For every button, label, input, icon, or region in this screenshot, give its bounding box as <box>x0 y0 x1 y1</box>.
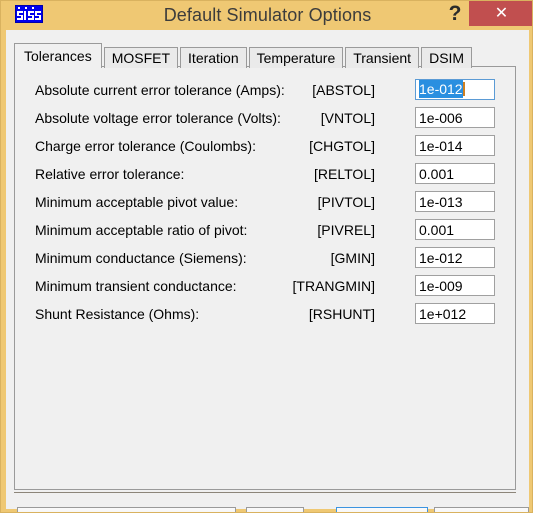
form-row: Relative error tolerance: [RELTOL] <box>15 162 515 186</box>
tab-label: Iteration <box>188 50 239 66</box>
form-row: Absolute current error tolerance (Amps):… <box>15 78 515 102</box>
form-row: Minimum conductance (Siemens): [GMIN] <box>15 246 515 270</box>
cancel-button[interactable]: Cancel <box>434 507 529 512</box>
ok-button[interactable]: OK <box>336 507 428 512</box>
form-row: Charge error tolerance (Coulombs): [CHGTO… <box>15 134 515 158</box>
field-input[interactable] <box>415 163 495 184</box>
field-input[interactable] <box>415 191 495 212</box>
preset-settings-dropdown[interactable]: Default Settings ⌄ <box>17 507 236 512</box>
form-row: Minimum transient conductance: [TRANGMIN] <box>15 274 515 298</box>
field-input[interactable] <box>415 135 495 156</box>
tab-label: Temperature <box>256 50 336 66</box>
footer-divider <box>14 492 516 493</box>
field-input[interactable] <box>415 303 495 324</box>
title-bar: Default Simulator Options ? ✕ <box>1 1 532 30</box>
form-row: Minimum acceptable ratio of pivot: [PIVRE… <box>15 218 515 242</box>
field-parameter-tag: [VNTOL] <box>320 110 375 126</box>
form-row: Absolute voltage error tolerance (Volts)… <box>15 106 515 130</box>
tab-iteration[interactable]: Iteration <box>180 47 247 68</box>
tab-label: Tolerances <box>24 48 92 64</box>
tab-transient[interactable]: Transient <box>345 47 420 68</box>
tab-label: Transient <box>353 50 412 66</box>
field-input[interactable] <box>415 247 495 268</box>
tab-label: MOSFET <box>111 50 171 66</box>
field-parameter-tag: [GMIN] <box>330 250 375 266</box>
field-parameter-tag: [RSHUNT] <box>308 306 375 322</box>
tab-panel-tolerances: Absolute current error tolerance (Amps):… <box>14 66 516 490</box>
close-icon[interactable]: ✕ <box>469 1 532 26</box>
field-parameter-tag: [CHGTOL] <box>309 138 375 154</box>
field-input-value: 1e-012 <box>419 80 463 98</box>
text-caret <box>462 82 465 96</box>
field-input[interactable]: 1e-012 <box>415 79 495 100</box>
tab-tolerances[interactable]: Tolerances <box>14 43 102 68</box>
field-parameter-tag: [PIVTOL] <box>317 194 375 210</box>
field-input[interactable] <box>415 107 495 128</box>
tab-mosfet[interactable]: MOSFET <box>103 47 179 68</box>
preset-settings-value: Default Settings <box>23 508 122 512</box>
tab-label: DSIM <box>429 50 465 66</box>
dialog-body: Absolute current error tolerance (Amps):… <box>6 30 529 512</box>
help-icon[interactable]: ? <box>441 1 469 28</box>
tab-temperature[interactable]: Temperature <box>248 47 344 68</box>
field-input[interactable] <box>415 219 495 240</box>
dialog-window: Default Simulator Options ? ✕ Absolute c… <box>0 0 533 513</box>
chevron-down-icon: ⌄ <box>220 508 229 512</box>
form-row: Minimum acceptable pivot value: [PIVTOL] <box>15 190 515 214</box>
tab-strip: Tolerances MOSFET Iteration Temperature Tran… <box>14 43 474 68</box>
field-parameter-tag: [ABSTOL] <box>312 82 375 98</box>
tab-dsim[interactable]: DSIM <box>421 47 473 68</box>
field-parameter-tag: [PIVREL] <box>317 222 375 238</box>
field-input[interactable] <box>415 275 495 296</box>
field-parameter-tag: [RELTOL] <box>314 166 375 182</box>
field-parameter-tag: [TRANGMIN] <box>292 278 375 294</box>
load-button[interactable]: Load <box>246 507 304 512</box>
form-row: Shunt Resistance (Ohms): [RSHUNT] <box>15 302 515 326</box>
